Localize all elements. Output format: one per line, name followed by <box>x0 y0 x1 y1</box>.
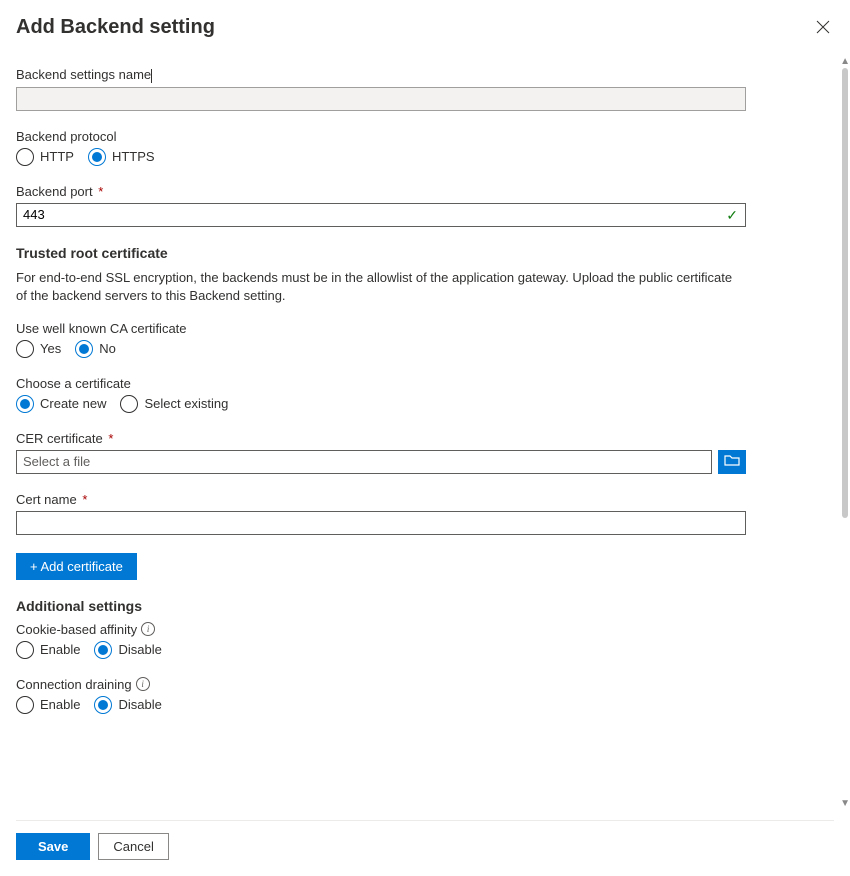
close-button[interactable] <box>812 16 834 43</box>
radio-drain-enable[interactable]: Enable <box>16 696 80 714</box>
connection-draining-label: Connection draining <box>16 677 132 692</box>
field-add-certificate: + Add certificate <box>16 553 814 580</box>
field-backend-protocol: Backend protocol HTTP HTTPS <box>16 129 814 166</box>
trusted-root-description: For end-to-end SSL encryption, the backe… <box>16 269 746 305</box>
field-cookie-affinity: Cookie-based affinity i Enable Disable <box>16 622 814 659</box>
panel-footer: Save Cancel <box>16 820 834 876</box>
radio-disable-label: Disable <box>118 697 161 712</box>
radio-create-new-label: Create new <box>40 396 106 411</box>
ca-cert-label: Use well known CA certificate <box>16 321 814 336</box>
radio-http[interactable]: HTTP <box>16 148 74 166</box>
drain-radio-group: Enable Disable <box>16 696 814 714</box>
ca-radio-group: Yes No <box>16 340 814 358</box>
radio-select-existing-label: Select existing <box>144 396 228 411</box>
scrollbar-thumb[interactable] <box>842 68 848 518</box>
field-cer-certificate: CER certificate * <box>16 431 814 474</box>
radio-https-label: HTTPS <box>112 149 155 164</box>
cookie-radio-group: Enable Disable <box>16 641 814 659</box>
cer-cert-label: CER certificate * <box>16 431 814 446</box>
choose-cert-label: Choose a certificate <box>16 376 814 391</box>
cert-name-input[interactable] <box>16 511 746 535</box>
trusted-root-heading: Trusted root certificate <box>16 245 814 261</box>
field-backend-port: Backend port * ✓ <box>16 184 814 227</box>
check-icon: ✓ <box>726 207 738 224</box>
radio-unchecked-icon <box>16 641 34 659</box>
field-connection-draining: Connection draining i Enable Disable <box>16 677 814 714</box>
radio-checked-icon <box>94 641 112 659</box>
choose-radio-group: Create new Select existing <box>16 395 814 413</box>
scroll-up-icon[interactable]: ▲ <box>840 56 850 67</box>
backend-protocol-label: Backend protocol <box>16 129 814 144</box>
radio-checked-icon <box>88 148 106 166</box>
radio-cookie-disable[interactable]: Disable <box>94 641 161 659</box>
save-button[interactable]: Save <box>16 833 90 860</box>
field-ca-cert: Use well known CA certificate Yes No <box>16 321 814 358</box>
cookie-affinity-label: Cookie-based affinity <box>16 622 137 637</box>
scroll-down-icon[interactable]: ▼ <box>840 798 850 809</box>
panel-title: Add Backend setting <box>16 16 215 39</box>
additional-settings-heading: Additional settings <box>16 598 814 614</box>
text-cursor <box>151 69 152 83</box>
protocol-radio-group: HTTP HTTPS <box>16 148 814 166</box>
field-backend-name: Backend settings name <box>16 67 814 111</box>
field-choose-cert: Choose a certificate Create new Select e… <box>16 376 814 413</box>
radio-http-label: HTTP <box>40 149 74 164</box>
cancel-button[interactable]: Cancel <box>98 833 168 860</box>
radio-ca-yes[interactable]: Yes <box>16 340 61 358</box>
panel-header: Add Backend setting <box>16 16 834 43</box>
radio-enable-label: Enable <box>40 642 80 657</box>
radio-select-existing[interactable]: Select existing <box>120 395 228 413</box>
radio-ca-no-label: No <box>99 341 116 356</box>
radio-enable-label: Enable <box>40 697 80 712</box>
radio-disable-label: Disable <box>118 642 161 657</box>
field-cert-name: Cert name * <box>16 492 814 535</box>
backend-port-label: Backend port * <box>16 184 814 199</box>
radio-cookie-enable[interactable]: Enable <box>16 641 80 659</box>
radio-unchecked-icon <box>16 696 34 714</box>
radio-checked-icon <box>75 340 93 358</box>
radio-unchecked-icon <box>16 340 34 358</box>
cer-file-input[interactable] <box>16 450 712 474</box>
radio-ca-no[interactable]: No <box>75 340 116 358</box>
info-icon[interactable]: i <box>141 622 155 636</box>
backend-name-label: Backend settings name <box>16 67 814 83</box>
close-icon <box>816 21 830 38</box>
backend-settings-panel: Add Backend setting ▲ ▼ Backend settings… <box>0 0 850 876</box>
radio-unchecked-icon <box>16 148 34 166</box>
radio-create-new[interactable]: Create new <box>16 395 106 413</box>
radio-drain-disable[interactable]: Disable <box>94 696 161 714</box>
radio-unchecked-icon <box>120 395 138 413</box>
form-scroll-area[interactable]: Backend settings name Backend protocol H… <box>16 67 834 820</box>
add-certificate-button[interactable]: + Add certificate <box>16 553 137 580</box>
info-icon[interactable]: i <box>136 677 150 691</box>
radio-ca-yes-label: Yes <box>40 341 61 356</box>
radio-checked-icon <box>94 696 112 714</box>
backend-port-input[interactable] <box>16 203 746 227</box>
backend-name-input[interactable] <box>16 87 746 111</box>
radio-https[interactable]: HTTPS <box>88 148 155 166</box>
browse-file-button[interactable] <box>718 450 746 474</box>
radio-checked-icon <box>16 395 34 413</box>
cert-name-label: Cert name * <box>16 492 814 507</box>
folder-icon <box>724 453 740 470</box>
